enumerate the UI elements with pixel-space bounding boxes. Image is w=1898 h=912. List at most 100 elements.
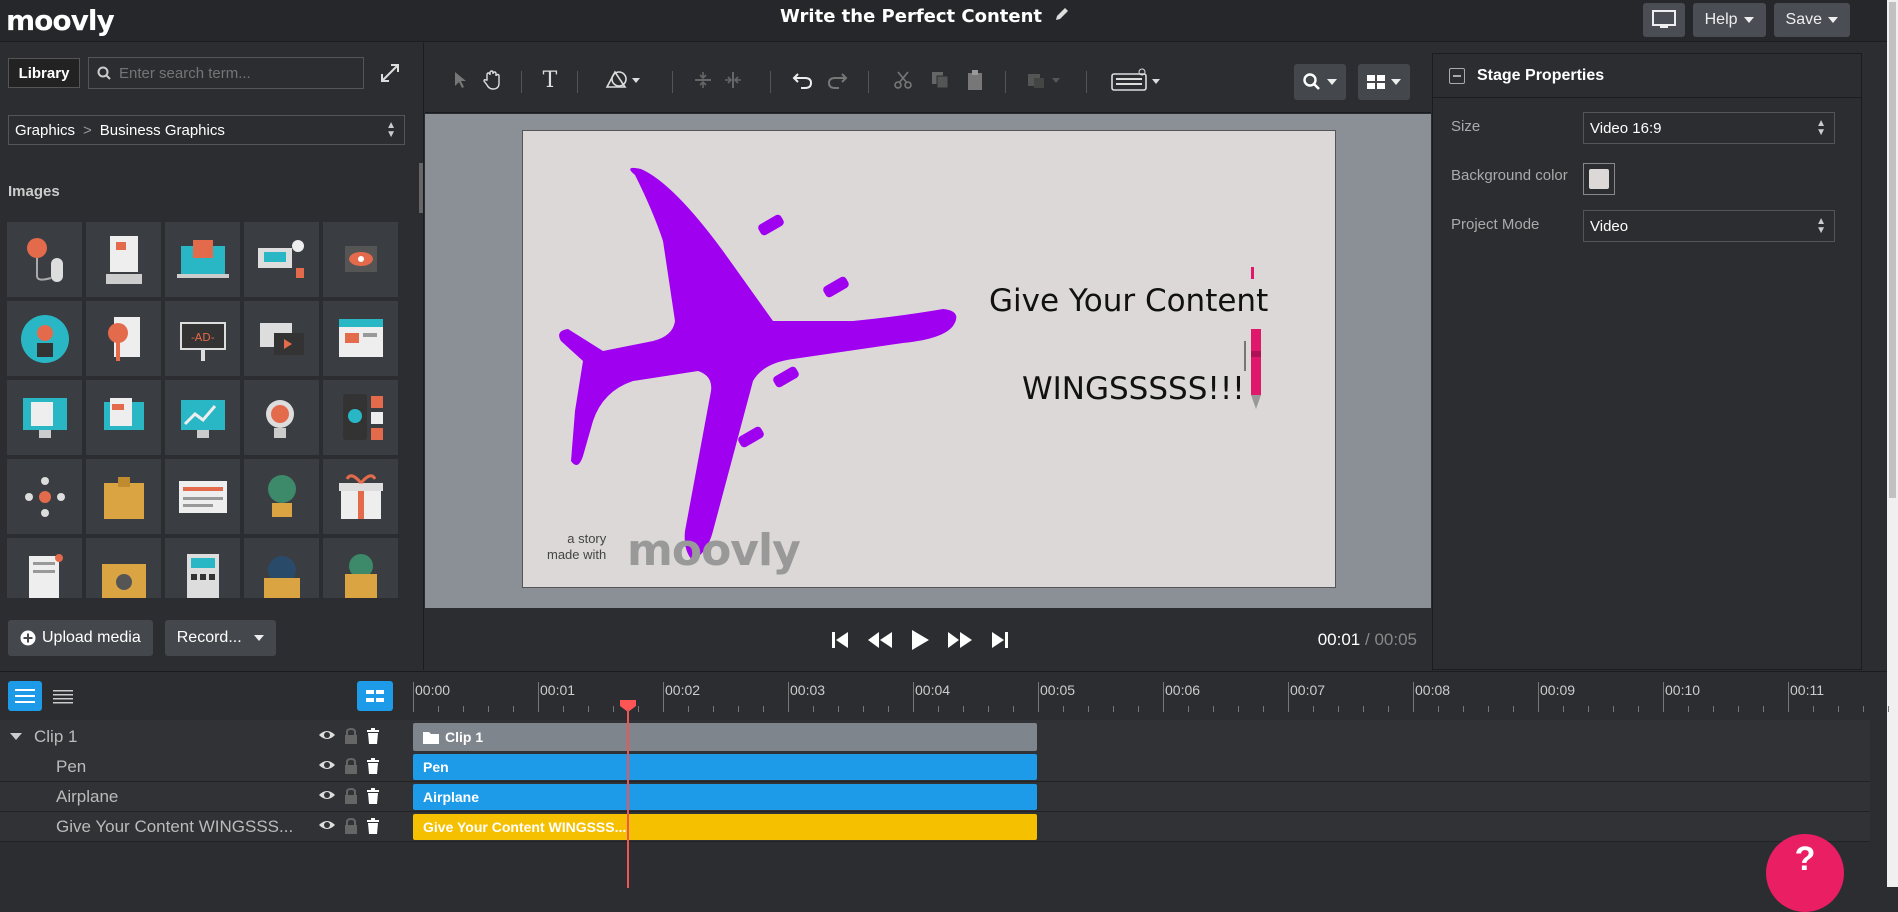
graphic-tile[interactable] bbox=[86, 380, 161, 455]
expand-icon[interactable] bbox=[378, 61, 402, 85]
text-tool-icon[interactable]: T bbox=[535, 65, 565, 95]
preview-monitor-button[interactable] bbox=[1642, 3, 1685, 37]
timeline-bar[interactable]: Airplane bbox=[413, 784, 1037, 810]
search-input[interactable] bbox=[119, 64, 349, 82]
category-breadcrumb[interactable]: Graphics > Business Graphics ▲ ▼ bbox=[8, 115, 405, 145]
select-tool-icon[interactable] bbox=[445, 65, 475, 95]
redo-icon[interactable] bbox=[822, 65, 852, 95]
library-scrollbar[interactable] bbox=[419, 163, 423, 213]
trash-icon[interactable] bbox=[366, 728, 380, 744]
graphic-tile[interactable] bbox=[244, 459, 319, 534]
help-menu-button[interactable]: Help bbox=[1692, 3, 1766, 37]
timeline-bar[interactable]: Pen bbox=[413, 754, 1037, 780]
keyboard-shortcuts-icon[interactable] bbox=[1109, 65, 1165, 95]
layer-name: Pen bbox=[56, 757, 87, 776]
timeline-bar[interactable]: Give Your Content WINGSSS... bbox=[413, 814, 1037, 840]
ruler-minor-tick bbox=[1263, 706, 1264, 712]
stage-canvas[interactable]: Give Your Content WINGSSSSS!!! a story m… bbox=[522, 130, 1336, 588]
fast-forward-icon[interactable] bbox=[945, 626, 975, 654]
timeline-layer-row[interactable]: Airplane Airplane bbox=[0, 782, 1870, 812]
graphic-tile[interactable] bbox=[86, 301, 161, 376]
skip-to-start-icon[interactable] bbox=[825, 626, 855, 654]
expanded-view-button[interactable] bbox=[8, 681, 42, 711]
upload-media-button[interactable]: Upload media bbox=[8, 620, 153, 656]
compact-view-button[interactable] bbox=[46, 681, 80, 711]
zoom-button[interactable] bbox=[1294, 64, 1346, 100]
graphic-tile[interactable] bbox=[323, 538, 398, 598]
airplane-graphic[interactable] bbox=[523, 131, 1336, 588]
visibility-eye-icon[interactable] bbox=[318, 788, 336, 802]
skip-to-end-icon[interactable] bbox=[985, 626, 1015, 654]
cut-icon[interactable] bbox=[888, 65, 918, 95]
visibility-eye-icon[interactable] bbox=[318, 818, 336, 832]
graphic-tile[interactable] bbox=[7, 380, 82, 455]
play-icon[interactable] bbox=[905, 626, 935, 654]
timeline-group-row[interactable]: Clip 1 Clip 1 bbox=[0, 720, 1870, 754]
timeline-bar[interactable]: Clip 1 bbox=[413, 723, 1037, 751]
lock-icon[interactable] bbox=[344, 818, 358, 834]
timeline-layer-row[interactable]: Pen Pen bbox=[0, 752, 1870, 782]
properties-header[interactable]: Stage Properties bbox=[1433, 54, 1861, 98]
project-mode-select[interactable]: Video ▲ ▼ bbox=[1583, 210, 1835, 242]
folder-icon bbox=[423, 731, 439, 744]
graphic-tile[interactable] bbox=[7, 301, 82, 376]
arrange-icon[interactable] bbox=[1024, 65, 1068, 95]
page-scrollbar[interactable] bbox=[1887, 0, 1898, 887]
graphic-tile[interactable] bbox=[323, 459, 398, 534]
timeline-ruler[interactable]: 00:00 00:01 00:02 00:03 00:04 00:05 00:06 00:07… bbox=[412, 672, 1889, 720]
visibility-eye-icon[interactable] bbox=[318, 758, 336, 772]
shape-tool-icon[interactable] bbox=[601, 65, 645, 95]
trash-icon[interactable] bbox=[366, 758, 380, 774]
align-vertical-icon[interactable] bbox=[688, 65, 718, 95]
record-button[interactable]: Record... bbox=[164, 620, 276, 656]
graphic-tile[interactable] bbox=[244, 301, 319, 376]
background-color-swatch[interactable] bbox=[1583, 163, 1615, 195]
library-search[interactable] bbox=[88, 57, 364, 89]
collapse-icon[interactable] bbox=[1449, 67, 1465, 84]
graphic-tile[interactable] bbox=[165, 538, 240, 598]
size-select[interactable]: Video 16:9 ▲ ▼ bbox=[1583, 112, 1835, 144]
trash-icon[interactable] bbox=[366, 788, 380, 804]
undo-icon[interactable] bbox=[788, 65, 818, 95]
graphic-tile[interactable] bbox=[244, 380, 319, 455]
graphic-tile[interactable] bbox=[86, 538, 161, 598]
fit-timeline-button[interactable] bbox=[357, 681, 393, 711]
copy-icon[interactable] bbox=[925, 65, 955, 95]
hand-tool-icon[interactable] bbox=[477, 65, 507, 95]
canvas-text-line-2[interactable]: WINGSSSSS!!! bbox=[1022, 371, 1245, 407]
help-chat-button[interactable]: ? bbox=[1766, 834, 1844, 912]
graphic-tile[interactable] bbox=[7, 459, 82, 534]
save-menu-button[interactable]: Save bbox=[1773, 3, 1850, 37]
library-tab[interactable]: Library bbox=[8, 58, 80, 88]
graphic-tile[interactable] bbox=[7, 222, 82, 297]
paste-icon[interactable] bbox=[960, 65, 990, 95]
graphic-tile[interactable] bbox=[244, 538, 319, 598]
caret-down-icon[interactable] bbox=[10, 733, 22, 740]
breadcrumb-parent[interactable]: Graphics bbox=[15, 122, 75, 139]
graphic-tile[interactable]: -AD- bbox=[165, 301, 240, 376]
graphic-tile[interactable] bbox=[165, 459, 240, 534]
trash-icon[interactable] bbox=[366, 818, 380, 834]
lock-icon[interactable] bbox=[344, 728, 358, 744]
canvas-text-line-1[interactable]: Give Your Content bbox=[989, 283, 1268, 319]
graphic-tile[interactable] bbox=[86, 459, 161, 534]
graphic-tile[interactable] bbox=[323, 301, 398, 376]
edit-title-icon[interactable] bbox=[1054, 6, 1070, 27]
timeline-layer-row[interactable]: Give Your Content WINGSSS... Give Your Co… bbox=[0, 812, 1870, 842]
graphic-tile[interactable] bbox=[165, 222, 240, 297]
graphic-tile[interactable] bbox=[86, 222, 161, 297]
moovly-logo[interactable]: moovly bbox=[6, 2, 115, 38]
lock-icon[interactable] bbox=[344, 788, 358, 804]
graphic-tile[interactable] bbox=[7, 538, 82, 598]
document-title-text[interactable]: Write the Perfect Content bbox=[780, 6, 1042, 27]
layout-view-button[interactable] bbox=[1358, 64, 1410, 100]
align-horizontal-icon[interactable] bbox=[718, 65, 748, 95]
lock-icon[interactable] bbox=[344, 758, 358, 774]
graphic-tile[interactable] bbox=[244, 222, 319, 297]
visibility-eye-icon[interactable] bbox=[318, 728, 336, 742]
graphic-tile[interactable] bbox=[323, 380, 398, 455]
graphic-tile[interactable] bbox=[165, 380, 240, 455]
rewind-icon[interactable] bbox=[865, 626, 895, 654]
page-scrollbar-thumb[interactable] bbox=[1889, 2, 1896, 498]
graphic-tile[interactable] bbox=[323, 222, 398, 297]
